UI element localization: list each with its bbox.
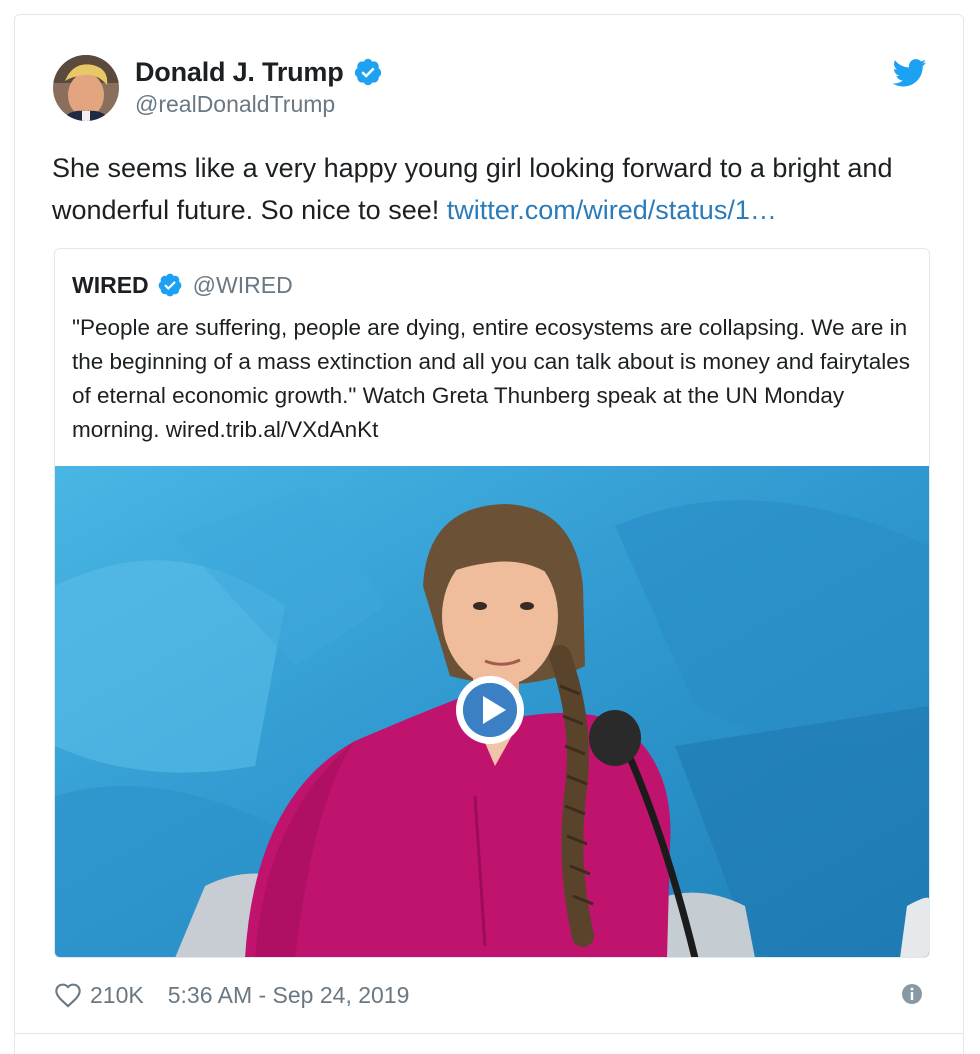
quoted-verified-badge-icon bbox=[158, 273, 182, 297]
quoted-tweet[interactable]: WIRED @WIRED "People are suffering, peop… bbox=[54, 248, 930, 958]
play-icon[interactable] bbox=[454, 674, 526, 746]
like-count[interactable]: 210K bbox=[90, 982, 144, 1009]
info-icon[interactable] bbox=[901, 983, 923, 1005]
author-name[interactable]: Donald J. Trump bbox=[135, 57, 344, 88]
card-divider bbox=[15, 1033, 963, 1034]
quoted-tweet-text: "People are suffering, people are dying,… bbox=[72, 315, 911, 442]
quoted-author-name[interactable]: WIRED bbox=[72, 272, 149, 299]
heart-icon[interactable] bbox=[54, 982, 82, 1008]
tweet-card[interactable]: Donald J. Trump @realDonaldTrump She see… bbox=[14, 14, 964, 1054]
twitter-bird-icon[interactable] bbox=[893, 59, 927, 87]
author-avatar[interactable] bbox=[53, 55, 119, 121]
video-thumbnail[interactable] bbox=[55, 466, 929, 957]
author-block: Donald J. Trump @realDonaldTrump bbox=[135, 55, 383, 118]
tweet-footer: 210K 5:36 AM - Sep 24, 2019 bbox=[54, 977, 409, 1013]
tweet-text: She seems like a very happy young girl l… bbox=[52, 147, 932, 231]
tweet-timestamp[interactable]: 5:36 AM - Sep 24, 2019 bbox=[168, 982, 410, 1009]
verified-badge-icon bbox=[354, 58, 381, 86]
author-handle[interactable]: @realDonaldTrump bbox=[135, 91, 383, 118]
quoted-author-handle[interactable]: @WIRED bbox=[193, 272, 293, 299]
tweet-link[interactable]: twitter.com/wired/status/1… bbox=[447, 195, 777, 225]
